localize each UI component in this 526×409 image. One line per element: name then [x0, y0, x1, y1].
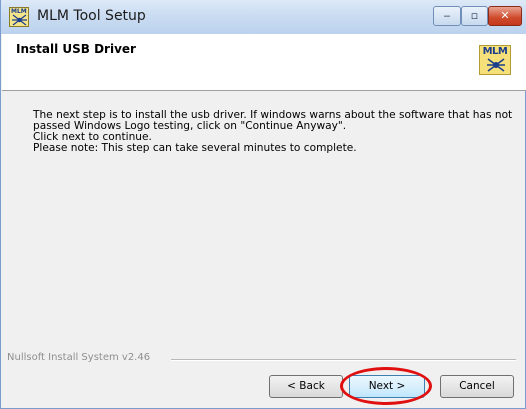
instructions-text: The next step is to install the usb driv… [33, 110, 512, 154]
app-icon[interactable]: MLM [9, 7, 29, 27]
footer-divider [171, 359, 516, 361]
nsis-branding: Nullsoft Install System v2.46 [7, 352, 151, 363]
next-button-highlight-circle [340, 367, 432, 405]
minimize-button[interactable]: ‒ [433, 6, 461, 26]
back-button[interactable]: < Back [269, 375, 343, 398]
page-title: Install USB Driver [16, 42, 136, 56]
logo-label: MLM [482, 46, 508, 57]
spider-logo-icon [487, 58, 505, 72]
maximize-button[interactable]: ▫ [461, 6, 488, 26]
cancel-button[interactable]: Cancel [440, 375, 514, 398]
instruction-line: Please note: This step can take several … [33, 142, 357, 154]
spider-icon [12, 14, 27, 26]
close-button[interactable]: ✕ [488, 6, 522, 26]
title-bar[interactable]: MLM MLM Tool Setup ‒ ▫ ✕ [1, 0, 526, 34]
mlm-logo: MLM [479, 45, 511, 75]
installer-window: MLM MLM Tool Setup ‒ ▫ ✕ Install USB Dri… [0, 0, 526, 409]
window-title: MLM Tool Setup [37, 8, 146, 24]
wizard-header: Install USB Driver MLM [2, 34, 526, 91]
